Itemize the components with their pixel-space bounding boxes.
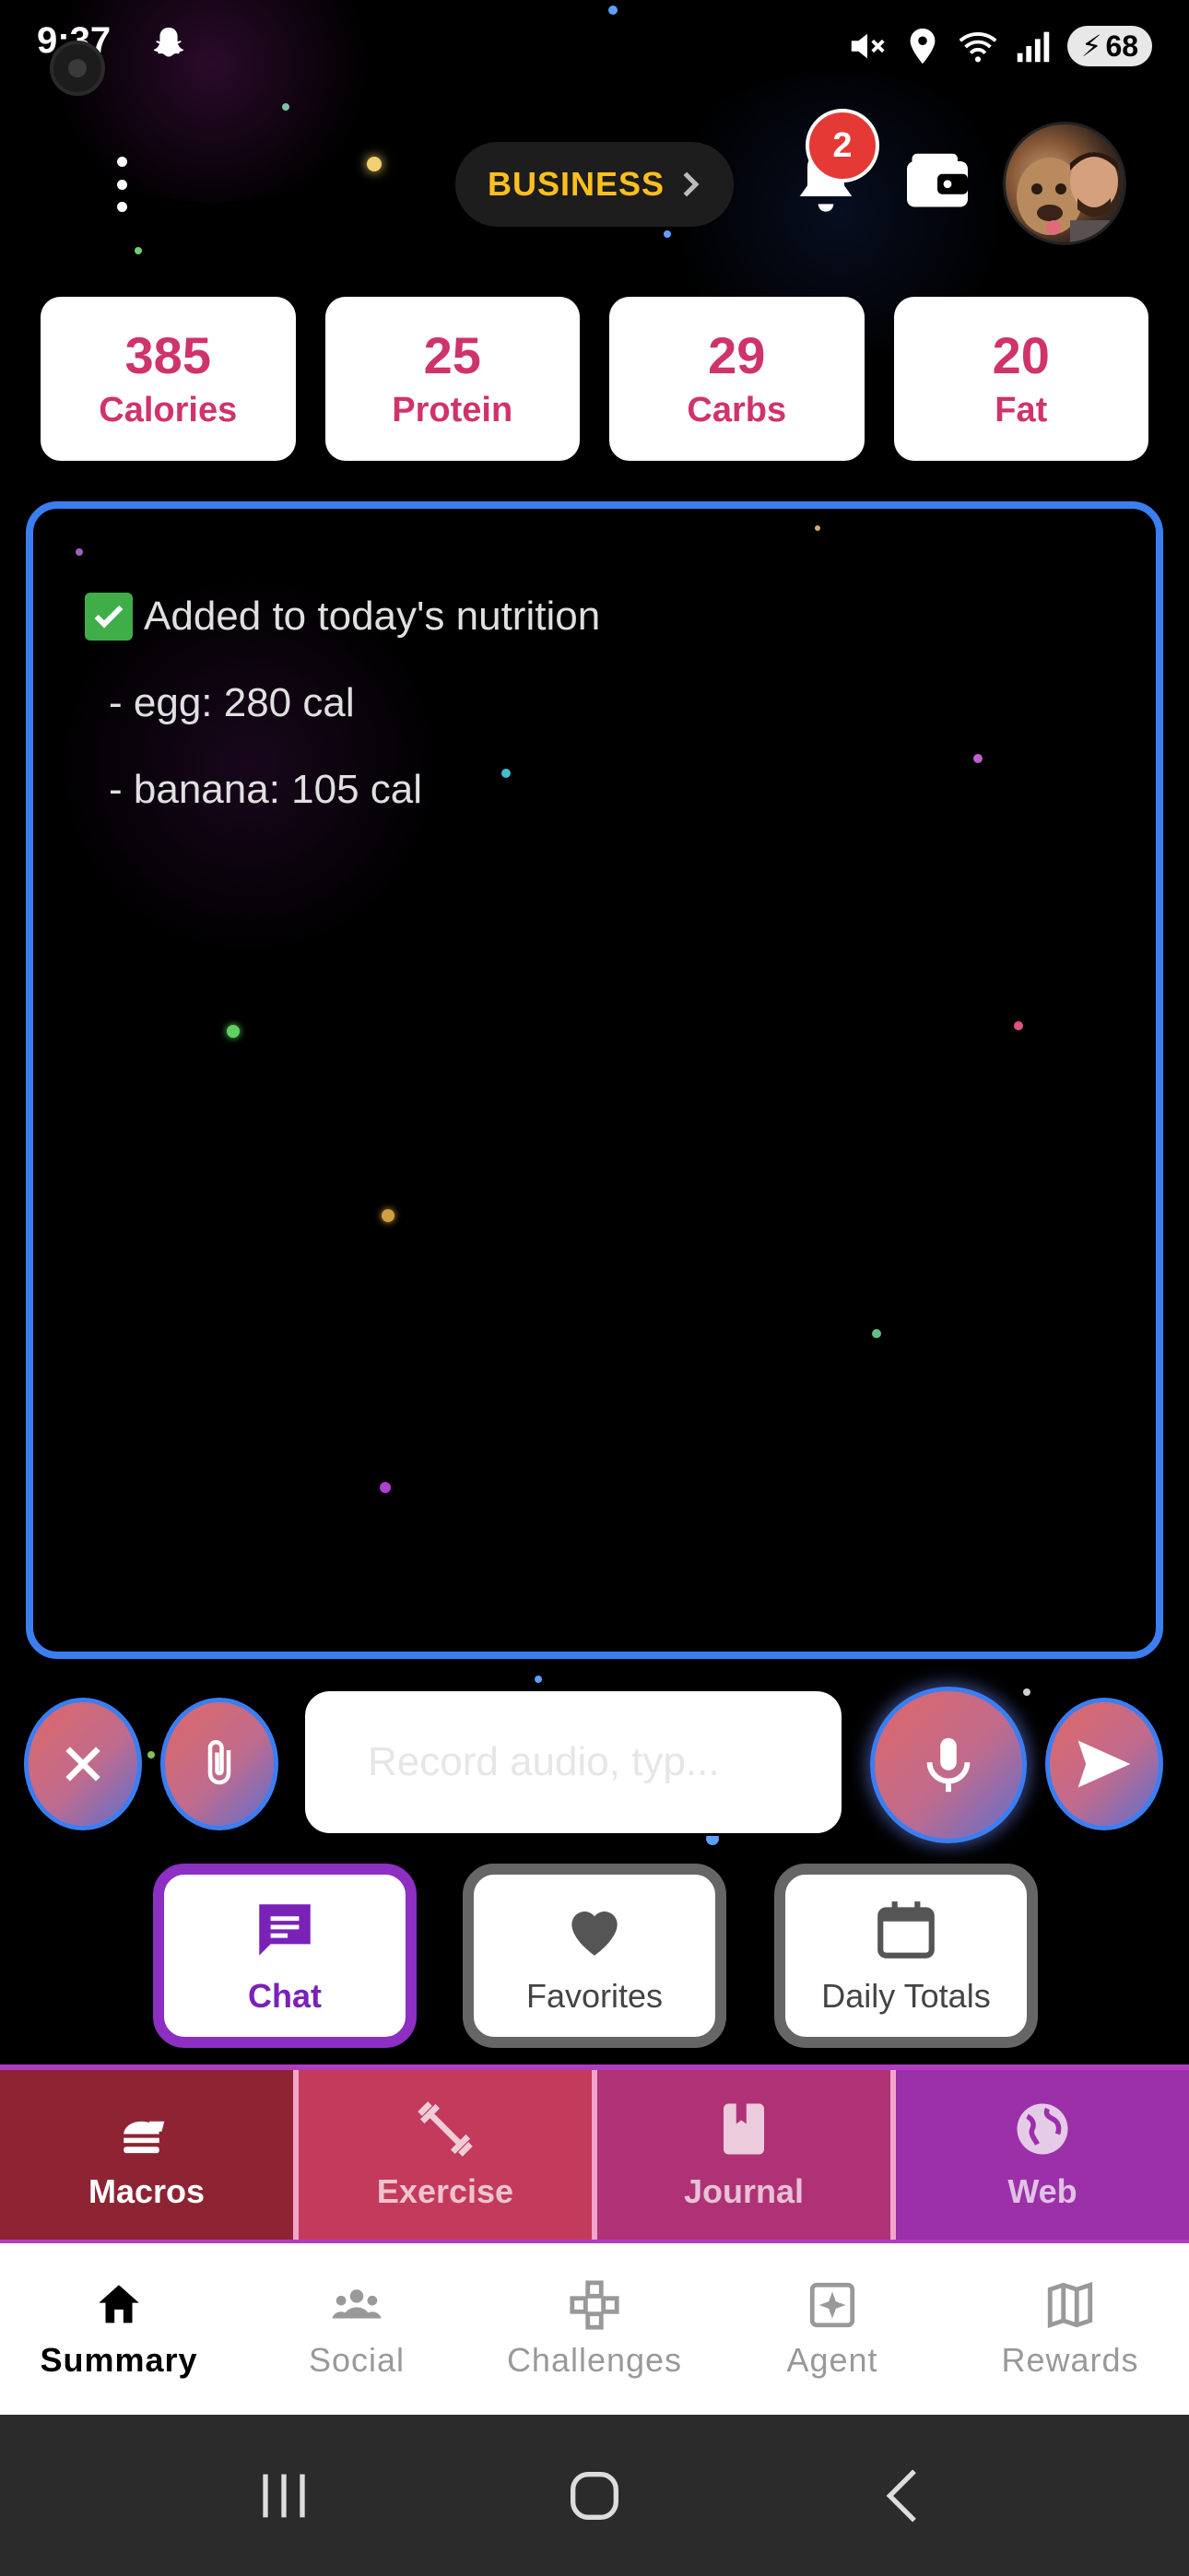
close-icon [65,1747,100,1782]
notification-badge: 2 [806,109,879,182]
macro-card-calories[interactable]: 385 Calories [41,297,296,461]
category-journal[interactable]: Journal [597,2070,896,2240]
message-line: - banana: 105 cal [109,767,423,812]
category-web[interactable]: Web [896,2070,1189,2240]
category-bar: Macros Exercise Journal Web [0,2064,1189,2243]
nav-label: Social [308,2341,406,2379]
puzzle-icon [570,2280,619,2330]
globe-icon [1017,2103,1068,2155]
calendar-icon [877,1901,935,1958]
macro-label: Carbs [687,391,787,430]
people-icon [332,2289,382,2319]
macro-summary: 385 Calories 25 Protein 29 Carbs 20 Fat [41,297,1148,461]
more-menu-icon[interactable] [101,157,142,212]
nav-challenges[interactable]: Challenges [476,2243,713,2415]
map-icon [1047,2281,1093,2329]
attach-button[interactable] [160,1698,278,1830]
nav-label: Challenges [506,2341,683,2379]
category-exercise[interactable]: Exercise [299,2070,597,2240]
checkmark-icon [85,593,133,641]
macro-card-fat[interactable]: 20 Fat [893,297,1148,461]
category-label: Web [1007,2172,1077,2210]
clear-button[interactable] [24,1698,142,1830]
macro-value: 25 [423,325,481,384]
macro-value: 385 [124,325,211,384]
macro-card-protein[interactable]: 25 Protein [324,297,580,461]
system-navigation-bar [0,2415,1189,2576]
food-icon [124,2103,165,2154]
message-line: - egg: 280 cal [109,680,355,725]
recent-apps-icon[interactable] [247,2459,321,2533]
nav-summary[interactable]: Summary [0,2243,238,2415]
send-icon [1077,1740,1131,1788]
tab-daily-totals[interactable]: Daily Totals [774,1864,1038,2048]
category-label: Macros [88,2172,206,2210]
wallet-icon[interactable] [903,151,971,212]
home-button-icon[interactable] [558,2459,631,2533]
chat-message: Added to today's nutrition - egg: 280 ca… [85,573,600,833]
microphone-icon [926,1737,971,1793]
nav-rewards[interactable]: Rewards [951,2243,1189,2415]
send-button[interactable] [1045,1698,1163,1830]
macro-label: Protein [392,391,513,430]
bottom-navigation: Summary Social Challenges Agent Rewards [0,2243,1189,2415]
nav-label: Rewards [1001,2341,1139,2379]
category-label: Journal [683,2172,805,2210]
profile-avatar[interactable] [1003,122,1126,245]
tab-label: Daily Totals [821,1977,991,2015]
status-bar: 9:37 ⚡68 [0,0,1189,96]
heart-icon [571,1911,618,1956]
wifi-icon [959,32,997,63]
signal-icon [1017,31,1050,63]
location-icon [910,28,936,65]
chat-icon [259,1904,311,1956]
charging-icon: ⚡ [1080,29,1102,63]
paperclip-icon [207,1740,231,1785]
dumbbell-icon [418,2101,473,2157]
nav-label: Agent [786,2341,878,2379]
back-icon[interactable] [868,2459,942,2533]
macro-card-carbs[interactable]: 29 Carbs [609,297,865,461]
tab-favorites[interactable]: Favorites [463,1864,726,2048]
message-input[interactable]: Record audio, typ... [302,1688,844,1836]
battery-level: 68 [1105,29,1139,63]
macro-label: Calories [99,391,238,430]
message-input-placeholder: Record audio, typ... [368,1739,720,1784]
avatar-image [1017,152,1124,242]
battery-indicator: ⚡ 68 [1067,26,1152,66]
business-label: BUSINESS [487,165,665,203]
tab-chat[interactable]: Chat [153,1864,417,2048]
category-label: Exercise [376,2172,514,2210]
business-button[interactable]: BUSINESS [455,142,734,227]
camera-cutout [50,41,105,96]
chevron-right-icon [683,171,700,197]
book-icon [724,2103,764,2155]
category-macros[interactable]: Macros [0,2070,299,2240]
sparkle-icon [809,2282,855,2328]
macro-value: 29 [708,325,766,384]
macro-label: Fat [995,391,1048,430]
nav-agent[interactable]: Agent [713,2243,951,2415]
nav-social[interactable]: Social [238,2243,476,2415]
nav-label: Summary [40,2341,198,2379]
message-line: Added to today's nutrition [144,594,601,639]
record-audio-button[interactable] [870,1687,1027,1843]
snapchat-icon [153,27,184,57]
home-icon [99,2285,139,2323]
tab-label: Favorites [525,1977,664,2015]
tab-label: Chat [248,1977,322,2015]
macro-value: 20 [992,325,1050,384]
mute-icon [851,33,885,59]
